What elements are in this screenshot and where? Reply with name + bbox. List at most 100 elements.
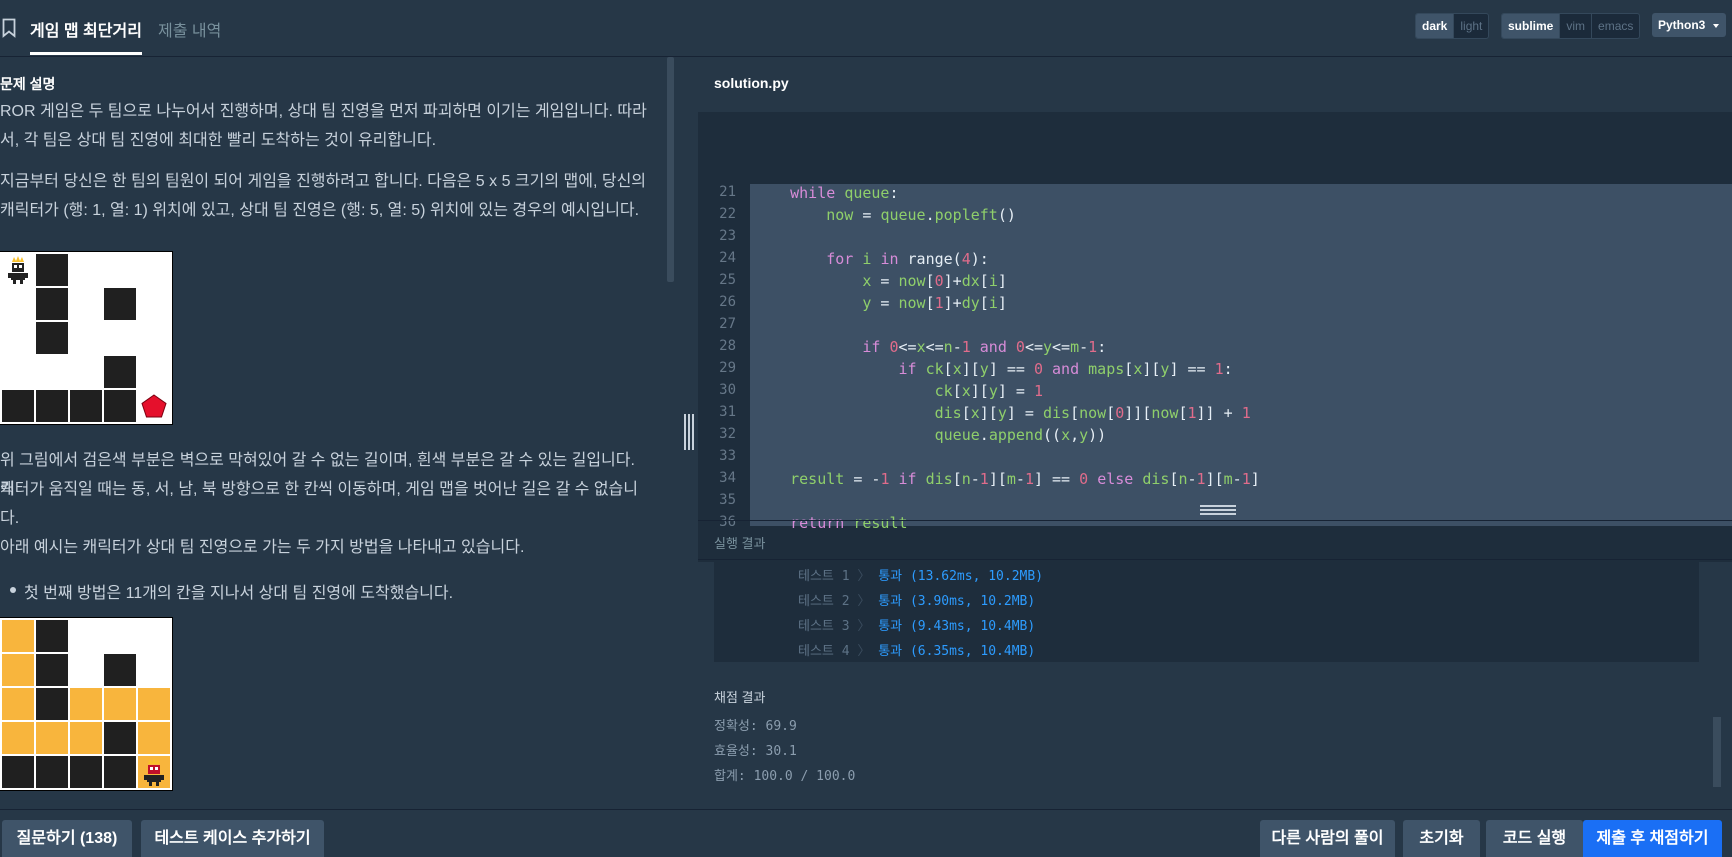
theme-toggle: dark light bbox=[1415, 13, 1490, 39]
list-item: 첫 번째 방법은 11개의 칸을 지나서 상대 팀 진영에 도착했습니다. bbox=[9, 579, 453, 603]
line-number: 29 bbox=[719, 360, 736, 376]
problem-paragraph: 캐릭터가 (행: 1, 열: 1) 위치에 있고, 상대 팀 진영은 (행: 5… bbox=[0, 202, 640, 219]
code-line: ck[x][y] = 1 bbox=[934, 382, 1043, 400]
wall-cell bbox=[104, 288, 136, 320]
open-cell bbox=[138, 254, 170, 286]
code-line: y = now[1]+dy[i] bbox=[862, 294, 1007, 312]
open-cell bbox=[138, 390, 170, 422]
result-title: 실행 결과 bbox=[714, 536, 766, 551]
keymap-emacs-option[interactable]: emacs bbox=[1591, 14, 1639, 38]
character-icon bbox=[3, 255, 33, 290]
wall-cell bbox=[36, 322, 68, 354]
path-cell bbox=[2, 654, 34, 686]
theme-dark-option[interactable]: dark bbox=[1416, 14, 1454, 38]
open-cell bbox=[70, 654, 102, 686]
line-number: 27 bbox=[719, 316, 736, 332]
code-editor[interactable]: 21 22 23 24 25 26 27 28 29 30 31 32 33 34 35 36 while q… bbox=[698, 112, 1732, 562]
wall-cell bbox=[104, 722, 136, 754]
submit-button[interactable]: 제출 후 채점하기 bbox=[1583, 820, 1722, 857]
path-cell bbox=[2, 688, 34, 720]
line-number: 34 bbox=[719, 470, 736, 486]
open-cell bbox=[70, 356, 102, 388]
line-number: 33 bbox=[719, 448, 736, 464]
open-cell bbox=[104, 254, 136, 286]
open-cell bbox=[2, 288, 34, 320]
enemy-base-icon bbox=[139, 391, 169, 426]
problem-heading: 문제 설명 bbox=[0, 76, 56, 92]
bottom-bar: 질문하기 (138) 테스트 케이스 추가하기 다른 사람의 풀이 초기화 코드… bbox=[0, 809, 1732, 857]
tab-submission-history[interactable]: 제출 내역 bbox=[158, 17, 221, 41]
reset-button[interactable]: 초기화 bbox=[1403, 820, 1480, 857]
line-number: 24 bbox=[719, 250, 736, 266]
run-code-button[interactable]: 코드 실행 bbox=[1486, 820, 1583, 857]
keymap-toggle: sublime vim emacs bbox=[1501, 13, 1641, 39]
problem-paragraph: 지금부터 당신은 한 팀의 팀원이 되어 게임을 진행하려고 합니다. 다음은 … bbox=[0, 173, 647, 190]
wall-cell bbox=[36, 620, 68, 652]
open-cell bbox=[70, 254, 102, 286]
open-cell bbox=[70, 288, 102, 320]
total-score: 합계: 100.0 / 100.0 bbox=[714, 769, 856, 784]
example-map-1 bbox=[0, 252, 172, 424]
wall-cell bbox=[36, 288, 68, 320]
problem-paragraph: 아래 예시는 캐릭터가 상대 팀 진영으로 가는 두 가지 방법을 나타내고 있… bbox=[0, 539, 525, 556]
test-row: 테스트 2 〉 통과 (3.90ms, 10.2MB) bbox=[798, 594, 1036, 609]
code-line: for i in range(4): bbox=[826, 250, 989, 268]
code-line: dis[x][y] = dis[now[0]][now[1]] + 1 bbox=[934, 404, 1251, 422]
vertical-resize-handle[interactable] bbox=[684, 414, 694, 450]
test-row: 테스트 4 〉 통과 (6.35ms, 10.4MB) bbox=[798, 644, 1036, 659]
path-cell bbox=[138, 722, 170, 754]
tab-problem-description[interactable]: 게임 맵 최단거리 bbox=[30, 17, 142, 41]
code-line: now = queue.popleft() bbox=[826, 206, 1016, 224]
code-line: while queue: bbox=[790, 184, 899, 202]
code-line: queue.append((x,y)) bbox=[934, 426, 1107, 444]
chevron-down-icon bbox=[1713, 24, 1719, 28]
wall-cell bbox=[70, 756, 102, 788]
wall-cell bbox=[104, 756, 136, 788]
others-solutions-button[interactable]: 다른 사람의 풀이 bbox=[1260, 820, 1395, 857]
line-number: 22 bbox=[719, 206, 736, 222]
accuracy-score: 정확성: 69.9 bbox=[714, 719, 797, 734]
path-cell bbox=[70, 722, 102, 754]
open-cell bbox=[104, 322, 136, 354]
horizontal-resize-handle[interactable] bbox=[1200, 505, 1236, 515]
open-cell bbox=[70, 322, 102, 354]
line-number: 30 bbox=[719, 382, 736, 398]
result-scrollbar[interactable] bbox=[1713, 717, 1721, 787]
question-button[interactable]: 질문하기 (138) bbox=[2, 820, 132, 857]
left-scrollbar[interactable] bbox=[667, 57, 674, 282]
keymap-vim-option[interactable]: vim bbox=[1559, 14, 1591, 38]
test-row: 테스트 3 〉 통과 (9.43ms, 10.4MB) bbox=[798, 619, 1036, 634]
wall-cell bbox=[70, 390, 102, 422]
path-cell bbox=[104, 688, 136, 720]
test-row: 테스트 1 〉 통과 (13.62ms, 10.2MB) bbox=[798, 569, 1044, 584]
file-header: solution.py bbox=[698, 57, 1732, 111]
wall-cell bbox=[104, 390, 136, 422]
theme-light-option[interactable]: light bbox=[1453, 14, 1488, 38]
add-testcase-button[interactable]: 테스트 케이스 추가하기 bbox=[141, 820, 324, 857]
open-cell bbox=[138, 356, 170, 388]
top-bar: 게임 맵 최단거리 제출 내역 dark light sublime vim e… bbox=[0, 0, 1732, 57]
code-line: result = -1 if dis[n-1][m-1] == 0 else d… bbox=[790, 470, 1260, 488]
wall-cell bbox=[36, 654, 68, 686]
problem-paragraph: 서, 각 팀은 상대 팀 진영에 최대한 빨리 도착하는 것이 유리합니다. bbox=[0, 132, 437, 149]
line-number: 26 bbox=[719, 294, 736, 310]
path-cell bbox=[2, 620, 34, 652]
character-icon bbox=[139, 757, 169, 792]
language-select[interactable]: Python3 bbox=[1652, 13, 1726, 37]
line-number: 21 bbox=[719, 184, 736, 200]
result-header: 실행 결과 bbox=[698, 520, 1732, 560]
problem-paragraph: 다. bbox=[0, 510, 20, 527]
code-line: if 0<=x<=n-1 and 0<=y<=m-1: bbox=[862, 338, 1107, 356]
path-cell bbox=[138, 688, 170, 720]
keymap-sublime-option[interactable]: sublime bbox=[1502, 14, 1560, 38]
language-label: Python3 bbox=[1658, 18, 1706, 32]
line-number: 31 bbox=[719, 404, 736, 420]
wall-cell bbox=[36, 756, 68, 788]
wall-cell bbox=[36, 254, 68, 286]
bookmark-icon[interactable] bbox=[2, 18, 16, 38]
open-cell bbox=[36, 356, 68, 388]
wall-cell bbox=[2, 390, 34, 422]
open-cell bbox=[70, 620, 102, 652]
example-map-2 bbox=[0, 618, 172, 790]
problem-paragraph: ROR 게임은 두 팀으로 나누어서 진행하며, 상대 팀 진영을 먼저 파괴하… bbox=[0, 103, 647, 120]
